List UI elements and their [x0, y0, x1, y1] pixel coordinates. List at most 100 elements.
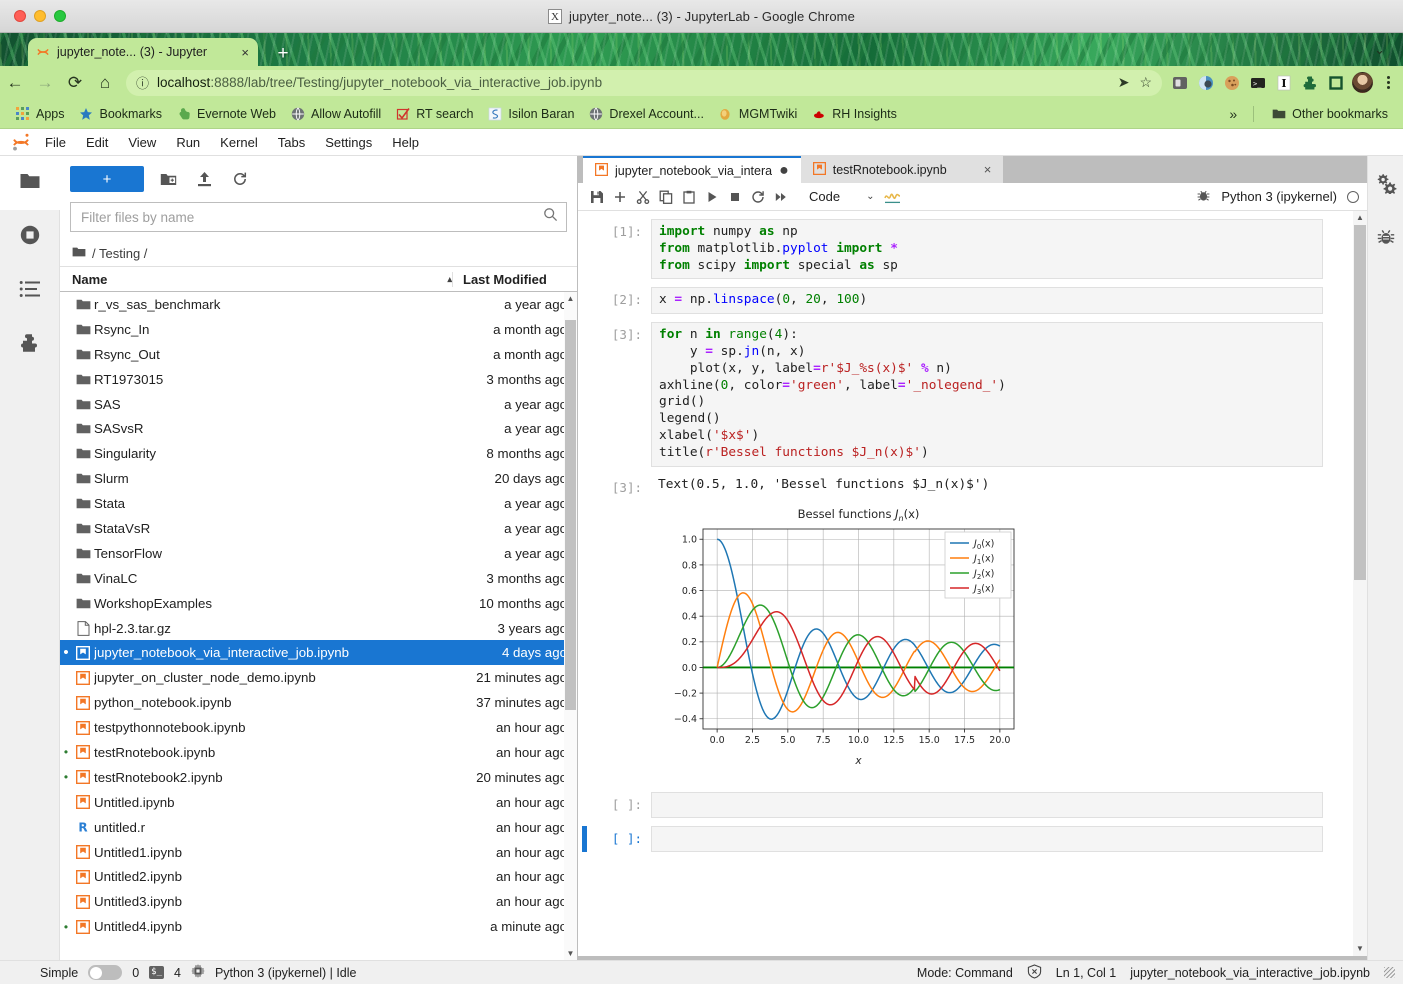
file-list-item[interactable]: testpythonnotebook.ipynb an hour ago	[60, 715, 577, 740]
bookmark-drexel-account[interactable]: Drexel Account...	[581, 104, 711, 123]
file-list-item[interactable]: Untitled1.ipynb an hour ago	[60, 840, 577, 865]
file-list-item[interactable]: Singularity 8 months ago	[60, 441, 577, 466]
file-list-item[interactable]: WorkshopExamples 10 months ago	[60, 591, 577, 616]
back-button[interactable]: ←	[0, 68, 30, 98]
column-header-last-modified[interactable]: Last Modified	[452, 271, 577, 287]
chevron-down-icon[interactable]: ⌄	[1374, 42, 1385, 58]
scroll-down-arrow[interactable]: ▼	[1353, 942, 1367, 956]
file-list-item[interactable]: • testRnotebook2.ipynb 20 minutes ago	[60, 765, 577, 790]
browser-menu-kebab-icon[interactable]	[1379, 76, 1397, 89]
code-editor[interactable]: import numpy as np from matplotlib.pyplo…	[651, 219, 1323, 280]
chip-icon[interactable]	[191, 964, 205, 981]
site-info-icon[interactable]: ⓘ	[136, 73, 149, 92]
tab-testrnotebook[interactable]: testRnotebook.ipynb ×	[800, 156, 1004, 183]
bookmark-allow-autofill[interactable]: Allow Autofill	[283, 104, 388, 123]
address-bar[interactable]: ⓘ localhost:8888/lab/tree/Testing/jupyte…	[126, 69, 1162, 96]
refresh-icon[interactable]	[228, 167, 252, 191]
cell-collapser[interactable]	[578, 322, 591, 466]
file-list-item[interactable]: Stata a year ago	[60, 491, 577, 516]
notebook-cell[interactable]: [2]: x = np.linspace(0, 20, 100)	[578, 287, 1353, 315]
file-list-item[interactable]: • Untitled4.ipynb a minute ago	[60, 914, 577, 939]
sidebar-item-debugger[interactable]	[1371, 224, 1401, 254]
search-input[interactable]	[79, 208, 537, 226]
bookmark-isilon-baran[interactable]: Isilon Baran	[480, 104, 581, 123]
insert-cell-below-button[interactable]	[609, 185, 631, 209]
code-editor[interactable]	[651, 791, 1323, 818]
notebook-scroll-area[interactable]: [1]: import numpy as np from matplotlib.…	[578, 211, 1367, 956]
menu-edit[interactable]: Edit	[77, 131, 117, 154]
square-extension-icon[interactable]	[1326, 73, 1346, 93]
browser-tab-active[interactable]: jupyter_note... (3) - Jupyter ×	[28, 38, 258, 66]
new-launcher-button[interactable]: +	[70, 166, 144, 192]
menu-run[interactable]: Run	[167, 131, 209, 154]
terminal-icon[interactable]: $_	[149, 966, 165, 979]
menu-kernel[interactable]: Kernel	[211, 131, 267, 154]
scrollbar-thumb[interactable]	[1354, 225, 1366, 580]
resize-handle[interactable]	[1384, 967, 1395, 978]
close-icon[interactable]: ×	[984, 162, 992, 177]
italic-i-extension-icon[interactable]: I	[1274, 73, 1294, 93]
profile-avatar[interactable]	[1352, 72, 1373, 93]
copy-cells-button[interactable]	[655, 185, 677, 209]
scroll-down-arrow[interactable]: ▼	[564, 947, 577, 960]
cell-collapser[interactable]	[578, 287, 591, 314]
column-header-name[interactable]: Name ▴	[60, 272, 452, 287]
sidebar-item-extension-manager[interactable]	[0, 318, 59, 372]
scroll-up-arrow[interactable]: ▲	[564, 292, 577, 305]
menu-settings[interactable]: Settings	[316, 131, 381, 154]
code-editor[interactable]: for n in range(4): y = sp.jn(n, x) plot(…	[651, 322, 1323, 467]
close-icon[interactable]: ×	[240, 46, 250, 59]
file-list-item[interactable]: VinaLC 3 months ago	[60, 566, 577, 591]
file-filter-box[interactable]	[70, 202, 567, 232]
kernels-count[interactable]: 4	[174, 966, 181, 980]
search-icon[interactable]	[543, 207, 558, 227]
reload-button[interactable]: ⟳	[60, 68, 90, 98]
notebook-cell[interactable]: [3]: for n in range(4): y = sp.jn(n, x) …	[578, 322, 1353, 467]
file-list-item[interactable]: r_vs_sas_benchmark a year ago	[60, 292, 577, 317]
scrollbar-thumb[interactable]	[565, 320, 576, 710]
save-button[interactable]	[586, 185, 608, 209]
bookmark-star-icon[interactable]: ☆	[1139, 74, 1152, 91]
file-list-item[interactable]: Untitled2.ipynb an hour ago	[60, 864, 577, 889]
cut-cells-button[interactable]	[632, 185, 654, 209]
file-list-item[interactable]: SASvsR a year ago	[60, 416, 577, 441]
debugger-bug-icon[interactable]	[1196, 188, 1211, 206]
terminal-extension-icon[interactable]: >_	[1248, 73, 1268, 93]
file-list-item[interactable]: Runtitled.r an hour ago	[60, 815, 577, 840]
other-bookmarks-button[interactable]: Other bookmarks	[1264, 104, 1395, 123]
bookmark-rt-search[interactable]: RT search	[388, 104, 480, 123]
file-list-item[interactable]: Slurm 20 days ago	[60, 466, 577, 491]
file-list-item[interactable]: jupyter_on_cluster_node_demo.ipynb 21 min…	[60, 665, 577, 690]
run-cell-button[interactable]	[701, 185, 723, 209]
file-list[interactable]: r_vs_sas_benchmark a year ago Rsync_In a mo…	[60, 292, 577, 960]
sidebar-item-property-inspector[interactable]	[1371, 170, 1401, 200]
puzzle-extensions-icon[interactable]	[1300, 73, 1320, 93]
file-list-item[interactable]: TensorFlow a year ago	[60, 541, 577, 566]
bookmark-bookmarks[interactable]: Bookmarks	[72, 104, 170, 123]
restart-kernel-button[interactable]	[747, 185, 769, 209]
file-list-item[interactable]: Untitled3.ipynb an hour ago	[60, 889, 577, 914]
kernel-name-label[interactable]: Python 3 (ipykernel)	[1221, 189, 1337, 204]
upload-icon[interactable]	[192, 167, 216, 191]
file-list-scrollbar[interactable]: ▲ ▼	[564, 292, 577, 960]
jupyter-logo-icon[interactable]	[8, 131, 34, 153]
share-icon[interactable]: ➤	[1118, 74, 1130, 91]
cell-collapser[interactable]	[578, 475, 591, 495]
cookie-autodelete-extension-icon[interactable]	[1222, 73, 1242, 93]
cell-collapser[interactable]	[578, 219, 591, 279]
menu-file[interactable]: File	[36, 131, 75, 154]
notebook-cell[interactable]: [1]: import numpy as np from matplotlib.…	[578, 219, 1353, 280]
menu-tabs[interactable]: Tabs	[269, 131, 314, 154]
notebook-scrollbar[interactable]: ▲ ▼	[1353, 211, 1367, 956]
file-list-item[interactable]: Rsync_Out a month ago	[60, 342, 577, 367]
sidebar-item-file-browser[interactable]	[0, 156, 60, 210]
file-list-item[interactable]: SAS a year ago	[60, 392, 577, 417]
bookmarks-overflow-button[interactable]: »	[1223, 106, 1243, 122]
breadcrumb[interactable]: / Testing /	[60, 240, 577, 266]
cell-collapser-active[interactable]	[578, 825, 591, 852]
menu-view[interactable]: View	[119, 131, 165, 154]
sidebar-item-table-of-contents[interactable]	[0, 264, 59, 318]
file-list-item[interactable]: Untitled.ipynb an hour ago	[60, 790, 577, 815]
cell-collapser[interactable]	[578, 497, 591, 784]
code-editor[interactable]: x = np.linspace(0, 20, 100)	[651, 287, 1323, 315]
